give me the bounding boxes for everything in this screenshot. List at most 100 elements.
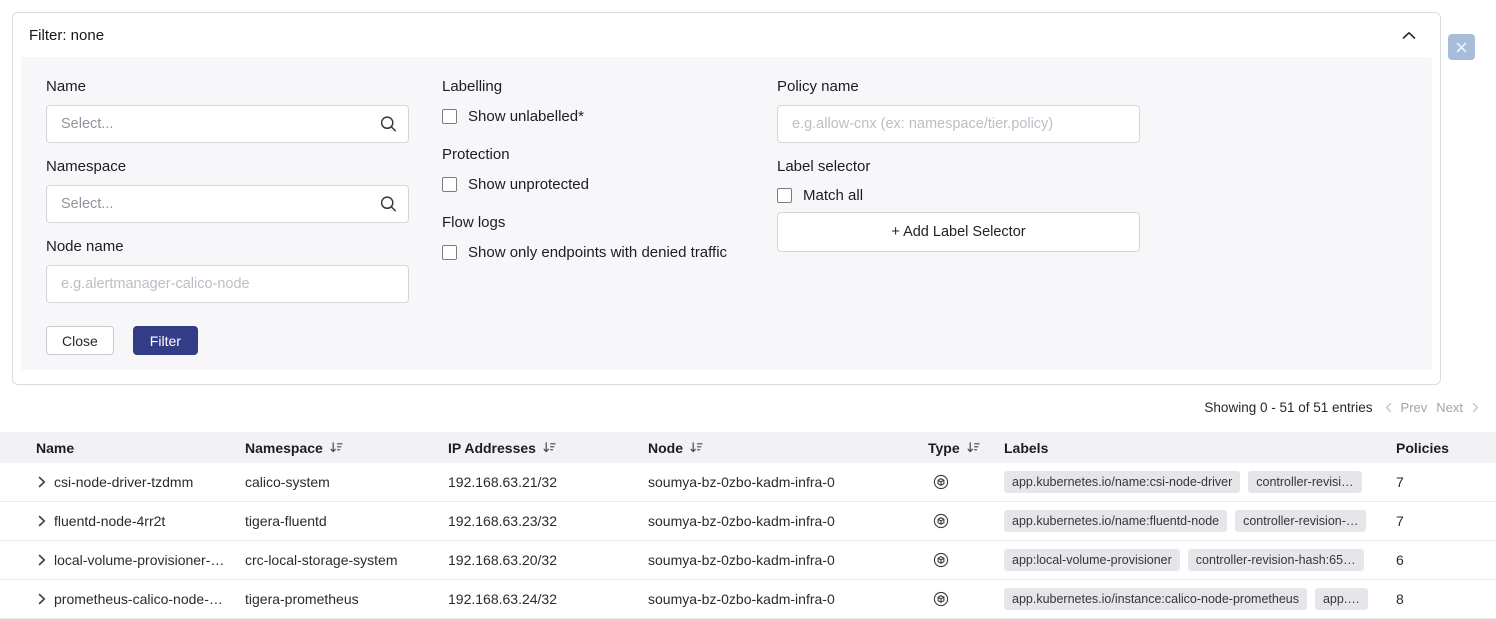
policy-name-filter-label: Policy name	[777, 78, 1140, 95]
table-row[interactable]: csi-node-driver-tzdmm calico-system 192.…	[0, 463, 1496, 502]
column-header-policies: Policies	[1396, 440, 1496, 456]
flyout-close-button[interactable]	[1448, 34, 1475, 60]
sort-icon[interactable]	[330, 441, 343, 454]
filter-column-left: Name Namespace Node name	[46, 78, 409, 355]
table-row[interactable]: fluentd-node-4rr2t tigera-fluentd 192.16…	[0, 502, 1496, 541]
name-filter-label: Name	[46, 78, 409, 95]
expand-row-chevron-icon[interactable]	[38, 593, 46, 605]
endpoint-name: prometheus-calico-node-…	[54, 591, 223, 607]
chevron-right-icon[interactable]	[1472, 402, 1479, 413]
endpoint-namespace: tigera-fluentd	[245, 513, 448, 529]
denied-traffic-label: Show only endpoints with denied traffic	[468, 244, 727, 261]
policies-count: 6	[1396, 552, 1496, 568]
endpoint-name: local-volume-provisioner-…	[54, 552, 224, 568]
endpoint-namespace: crc-local-storage-system	[245, 552, 448, 568]
filter-panel: Filter: none Name Namespace	[12, 12, 1441, 385]
labelling-heading: Labelling	[442, 78, 744, 95]
pagination-bar: Showing 0 - 51 of 51 entries Prev Next	[0, 400, 1496, 415]
endpoint-node: soumya-bz-0zbo-kadm-infra-0	[648, 552, 928, 568]
protection-heading: Protection	[442, 146, 744, 163]
endpoints-page: Filter: none Name Namespace	[0, 12, 1496, 615]
search-icon	[379, 195, 398, 214]
label-pill: app.kubernetes.io/instance:calico-node-p…	[1004, 588, 1307, 610]
name-filter-field: Name	[46, 78, 409, 143]
show-unprotected-checkbox-row[interactable]: Show unprotected	[442, 176, 744, 193]
namespace-filter-input[interactable]	[46, 185, 409, 223]
filter-actions: Close Filter	[46, 326, 409, 355]
column-header-ip-addresses[interactable]: IP Addresses	[448, 440, 648, 456]
label-pill: controller-revision-hash:65…	[1188, 549, 1364, 571]
expand-row-chevron-icon[interactable]	[38, 515, 46, 527]
sort-icon[interactable]	[690, 441, 703, 454]
entries-summary: Showing 0 - 51 of 51 entries	[1204, 400, 1372, 415]
pod-type-icon	[933, 513, 949, 529]
close-button[interactable]: Close	[46, 326, 114, 355]
endpoint-ip: 192.168.63.23/32	[448, 513, 648, 529]
filter-panel-body: Name Namespace Node name	[21, 57, 1432, 370]
show-unlabelled-label: Show unlabelled*	[468, 108, 584, 125]
column-header-node[interactable]: Node	[648, 440, 928, 456]
endpoint-namespace: calico-system	[245, 474, 448, 490]
endpoint-ip: 192.168.63.20/32	[448, 552, 648, 568]
endpoint-namespace: tigera-prometheus	[245, 591, 448, 607]
collapse-panel-button[interactable]	[1402, 31, 1416, 40]
policy-name-filter-input[interactable]	[777, 105, 1140, 143]
namespace-filter-field: Namespace	[46, 158, 409, 223]
column-header-labels: Labels	[1004, 440, 1396, 456]
endpoint-node: soumya-bz-0zbo-kadm-infra-0	[648, 591, 928, 607]
table-header-row: Name Namespace IP Addresses Node Type La…	[0, 432, 1496, 463]
endpoint-name: fluentd-node-4rr2t	[54, 513, 165, 529]
chevron-left-icon[interactable]	[1385, 402, 1392, 413]
endpoints-table: Name Namespace IP Addresses Node Type La…	[0, 432, 1496, 619]
node-name-filter-field: Node name	[46, 238, 409, 303]
denied-traffic-checkbox[interactable]	[442, 245, 457, 260]
table-row[interactable]: prometheus-calico-node-… tigera-promethe…	[0, 580, 1496, 619]
add-label-selector-button[interactable]: + Add Label Selector	[777, 212, 1140, 252]
filter-button[interactable]: Filter	[133, 326, 198, 355]
denied-traffic-checkbox-row[interactable]: Show only endpoints with denied traffic	[442, 244, 744, 261]
column-header-name: Name	[0, 440, 245, 456]
show-unlabelled-checkbox[interactable]	[442, 109, 457, 124]
show-unlabelled-checkbox-row[interactable]: Show unlabelled*	[442, 108, 744, 125]
flow-logs-heading: Flow logs	[442, 214, 744, 231]
pager: Prev Next	[1385, 400, 1479, 415]
filter-panel-header[interactable]: Filter: none	[13, 13, 1440, 57]
policy-name-filter-field: Policy name	[777, 78, 1140, 143]
policies-count: 7	[1396, 474, 1496, 490]
policies-count: 7	[1396, 513, 1496, 529]
table-row[interactable]: local-volume-provisioner-… crc-local-sto…	[0, 541, 1496, 580]
match-all-label: Match all	[803, 187, 863, 204]
filter-column-middle: Labelling Show unlabelled* Protection Sh…	[442, 78, 744, 282]
pod-type-icon	[933, 474, 949, 490]
match-all-checkbox-row[interactable]: Match all	[777, 187, 1140, 204]
column-header-namespace[interactable]: Namespace	[245, 440, 448, 456]
endpoint-node: soumya-bz-0zbo-kadm-infra-0	[648, 474, 928, 490]
show-unprotected-checkbox[interactable]	[442, 177, 457, 192]
node-name-filter-label: Node name	[46, 238, 409, 255]
label-pill: app:local-volume-provisioner	[1004, 549, 1180, 571]
label-pill: controller-revisi…	[1248, 471, 1361, 493]
label-pill: controller-revision-…	[1235, 510, 1366, 532]
pod-type-icon	[933, 552, 949, 568]
endpoint-ip: 192.168.63.24/32	[448, 591, 648, 607]
next-button[interactable]: Next	[1436, 400, 1463, 415]
match-all-checkbox[interactable]	[777, 188, 792, 203]
label-pill: app.…	[1315, 588, 1368, 610]
label-pill: app.kubernetes.io/name:csi-node-driver	[1004, 471, 1240, 493]
node-name-filter-input[interactable]	[46, 265, 409, 303]
endpoint-ip: 192.168.63.21/32	[448, 474, 648, 490]
filter-column-right: Policy name Label selector Match all + A…	[777, 78, 1140, 252]
label-selector-label: Label selector	[777, 158, 1140, 175]
expand-row-chevron-icon[interactable]	[38, 476, 46, 488]
endpoint-name: csi-node-driver-tzdmm	[54, 474, 193, 490]
endpoint-node: soumya-bz-0zbo-kadm-infra-0	[648, 513, 928, 529]
column-header-type[interactable]: Type	[928, 440, 1004, 456]
sort-icon[interactable]	[543, 441, 556, 454]
filter-panel-title: Filter: none	[29, 27, 104, 44]
expand-row-chevron-icon[interactable]	[38, 554, 46, 566]
label-pill: app.kubernetes.io/name:fluentd-node	[1004, 510, 1227, 532]
sort-icon[interactable]	[967, 441, 980, 454]
chevron-up-icon	[1402, 31, 1416, 40]
prev-button[interactable]: Prev	[1401, 400, 1428, 415]
name-filter-input[interactable]	[46, 105, 409, 143]
